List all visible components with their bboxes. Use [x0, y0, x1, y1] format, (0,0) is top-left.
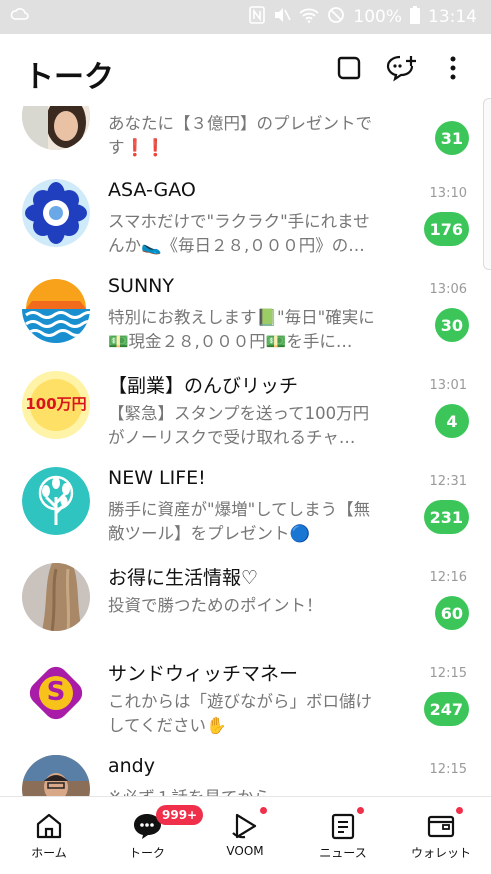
cloud-notification-icon: [10, 7, 30, 27]
chat-time: 13:10: [429, 186, 467, 201]
nav-wallet-label: ウォレット: [410, 846, 471, 860]
home-icon: [34, 811, 64, 841]
chat-message-preview: これからは「遊びながら」ボロ儲けしてください✋: [108, 692, 372, 735]
bottom-navigation: ホーム トーク 999+ VOOM ニュース ウォレット: [0, 796, 491, 874]
status-bar: 100% 13:14: [0, 0, 491, 34]
top-header: トーク: [0, 34, 491, 106]
chat-square-icon: [336, 55, 362, 85]
blue-flower-avatar: [22, 179, 90, 247]
unread-badge: 30: [434, 308, 469, 342]
chat-add-icon: [386, 54, 418, 86]
tree-avatar: [22, 467, 90, 535]
yen-amount-text: 100万円: [25, 395, 87, 413]
battery-percent: 100%: [353, 7, 402, 27]
chat-time: 13:01: [429, 378, 467, 393]
chat-name: ASA-GAO: [108, 179, 196, 201]
chat-time: 12:15: [429, 762, 467, 777]
nav-home[interactable]: ホーム: [0, 797, 98, 874]
news-alert-dot: [357, 807, 364, 814]
photo-hair-avatar: [22, 563, 90, 631]
unread-badge: 231: [423, 500, 469, 534]
wallet-alert-dot: [456, 807, 463, 814]
chat-row[interactable]: ASA-GAO スマホだけで"ラクラク"手にれませんか🥿《毎日２８,０００円》の…: [0, 176, 491, 272]
voom-play-icon: [230, 811, 260, 841]
chat-name: andy: [108, 755, 155, 777]
chat-message-preview: ※必ず１話を見てから: [108, 786, 378, 796]
nav-voom[interactable]: VOOM: [196, 797, 294, 874]
wifi-icon: [299, 7, 320, 28]
battery-icon: [410, 5, 420, 29]
nav-wallet[interactable]: ウォレット: [392, 797, 490, 874]
chat-time: 12:31: [429, 474, 467, 489]
nav-talk-label: トーク: [128, 846, 165, 860]
nav-voom-label: VOOM: [226, 844, 264, 858]
chat-message-preview: 【緊急】スタンプを送って100万円がノーリスクで受け取れるチャ…: [108, 404, 370, 447]
chat-row[interactable]: 100万円 【副業】のんびリッチ 【緊急】スタンプを送って100万円がノーリスク…: [0, 368, 491, 464]
photo-man-avatar: [22, 755, 90, 796]
chat-name: NEW LIFE!: [108, 467, 206, 489]
new-chat-button[interactable]: [333, 54, 365, 86]
chat-name: サンドウィッチマネー: [108, 663, 299, 685]
s-logo-avatar: S: [22, 659, 90, 727]
unread-badge: 176: [423, 212, 469, 246]
nav-news-label: ニュース: [319, 846, 367, 860]
chat-row[interactable]: S サンドウィッチマネー これからは「遊びながら」ボロ儲けしてください✋ 12:…: [0, 656, 491, 752]
mute-icon: [273, 6, 292, 29]
chat-name: お得に生活情報♡: [108, 567, 259, 589]
unread-badge: 60: [434, 596, 469, 630]
nav-news[interactable]: ニュース: [294, 797, 392, 874]
chat-list[interactable]: あなたに【３億円】のプレゼントです❗❗ 31 ASA-GAO スマホだけで"ラク…: [0, 106, 491, 796]
unread-badge: 31: [434, 121, 469, 155]
unread-badge: 4: [435, 404, 469, 438]
chat-message-preview: 特別にお教えします📗"毎日"確実に💵現金２８,０００円💵を手に…: [108, 308, 375, 351]
100man-yen-avatar: 100万円: [22, 371, 90, 439]
chat-message-preview: 投資で勝つためのポイント！: [108, 596, 323, 615]
news-icon: [328, 811, 358, 841]
add-chat-button[interactable]: [386, 54, 418, 86]
unread-badge: 247: [423, 692, 469, 726]
s-logo-letter: S: [46, 677, 66, 707]
chat-row[interactable]: NEW LIFE! 勝手に資産が"爆増"してしまう【無敵ツール】をプレゼント🔵 …: [0, 464, 491, 560]
voom-alert-dot: [260, 807, 267, 814]
chat-name: SUNNY: [108, 275, 174, 297]
nav-home-label: ホーム: [31, 846, 67, 860]
chat-row[interactable]: あなたに【３億円】のプレゼントです❗❗ 31: [0, 106, 491, 166]
kebab-menu-icon: [450, 56, 456, 84]
clock: 13:14: [428, 7, 477, 27]
chat-row[interactable]: お得に生活情報♡ 投資で勝つためのポイント！ 12:16 60: [0, 560, 491, 656]
chat-row[interactable]: andy ※必ず１話を見てから 12:15: [0, 752, 491, 796]
wallet-icon: [426, 811, 456, 841]
no-signal-icon: [327, 6, 345, 29]
chat-message-preview: スマホだけで"ラクラク"手にれませんか🥿《毎日２８,０００円》の…: [108, 212, 370, 255]
chat-time: 13:06: [429, 282, 467, 297]
nfc-icon: [249, 5, 266, 29]
chat-message-preview: 勝手に資産が"爆増"してしまう【無敵ツール】をプレゼント🔵: [108, 500, 371, 543]
chat-row[interactable]: SUNNY 特別にお教えします📗"毎日"確実に💵現金２８,０００円💵を手に… 1…: [0, 272, 491, 368]
chat-time: 12:16: [429, 570, 467, 585]
more-options-button[interactable]: [437, 54, 469, 86]
sunset-sea-avatar: [22, 275, 90, 343]
page-title: トーク: [24, 60, 114, 95]
photo-woman-avatar: [22, 106, 90, 150]
chat-time: 12:15: [429, 666, 467, 681]
chat-message-preview: あなたに【３億円】のプレゼントです❗❗: [108, 114, 372, 157]
chat-name: 【副業】のんびリッチ: [108, 375, 299, 397]
